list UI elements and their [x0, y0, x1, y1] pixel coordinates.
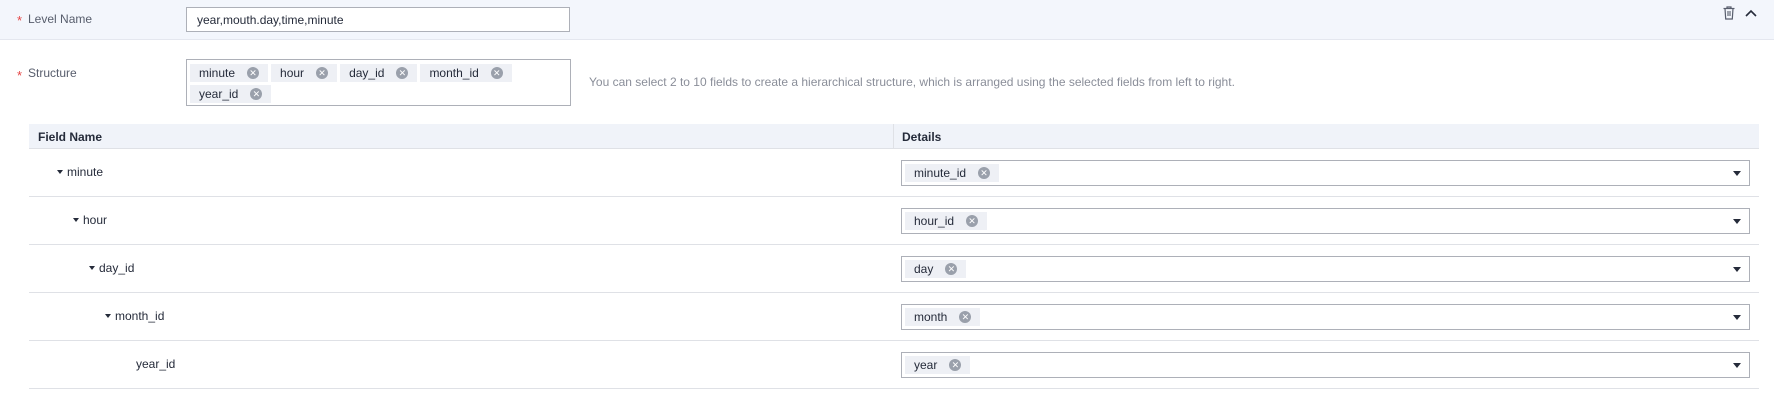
field-name: year_id [136, 357, 176, 371]
level-name-input[interactable] [186, 7, 570, 32]
close-circle-icon[interactable]: ✕ [978, 167, 991, 179]
structure-multiselect[interactable]: minute ✕ hour ✕ day_id ✕ month_id ✕ year_id ✕ [186, 59, 571, 106]
table-row: day_id day ✕ [29, 245, 1759, 293]
tree-node: year_id [136, 357, 175, 371]
tree-node[interactable]: hour [73, 213, 107, 227]
structure-label: Structure [28, 66, 77, 80]
close-circle-icon[interactable]: ✕ [959, 311, 972, 323]
details-select[interactable]: month ✕ [901, 304, 1750, 330]
column-header-details: Details [902, 130, 942, 144]
details-tag: day ✕ [905, 260, 967, 278]
column-divider [893, 124, 894, 149]
level-name-row: * Level Name [0, 0, 1774, 40]
details-select[interactable]: day ✕ [901, 256, 1750, 282]
close-circle-icon[interactable]: ✕ [949, 359, 962, 371]
details-tag: year ✕ [905, 356, 971, 374]
caret-down-icon[interactable] [1733, 219, 1741, 224]
caret-down-icon[interactable] [57, 170, 63, 174]
structure-tag: hour ✕ [271, 64, 338, 82]
caret-down-icon[interactable] [1733, 267, 1741, 272]
structure-tag: day_id ✕ [340, 64, 418, 82]
details-tag: hour_id ✕ [905, 212, 988, 230]
close-circle-icon[interactable]: ✕ [396, 67, 409, 79]
caret-down-icon[interactable] [73, 218, 79, 222]
field-name: month_id [115, 309, 165, 323]
caret-down-icon[interactable] [89, 266, 95, 270]
field-name: hour [83, 213, 108, 227]
table-row: hour hour_id ✕ [29, 197, 1759, 245]
table-row: month_id month ✕ [29, 293, 1759, 341]
field-name: day_id [99, 261, 135, 275]
structure-tag: year_id ✕ [190, 85, 272, 103]
structure-tag: minute ✕ [190, 64, 269, 82]
close-circle-icon[interactable]: ✕ [316, 67, 329, 79]
details-tag: minute_id ✕ [905, 164, 1000, 182]
table-header: Field Name Details [29, 124, 1759, 149]
table-row: minute minute_id ✕ [29, 149, 1759, 197]
field-name: minute [67, 165, 104, 179]
structure-tag: month_id ✕ [420, 64, 512, 82]
level-name-label: Level Name [28, 12, 93, 26]
close-circle-icon[interactable]: ✕ [966, 215, 979, 227]
hierarchy-table: Field Name Details minute minute_id ✕ hou… [29, 124, 1759, 389]
required-asterisk: * [17, 68, 23, 83]
details-select[interactable]: minute_id ✕ [901, 160, 1750, 186]
close-circle-icon[interactable]: ✕ [247, 67, 260, 79]
close-circle-icon[interactable]: ✕ [490, 67, 503, 79]
details-select[interactable]: hour_id ✕ [901, 208, 1750, 234]
required-asterisk: * [17, 13, 23, 28]
trash-icon[interactable] [1721, 5, 1737, 21]
details-tag: month ✕ [905, 308, 981, 326]
details-select[interactable]: year ✕ [901, 352, 1750, 378]
structure-hint: You can select 2 to 10 fields to create … [589, 75, 1235, 89]
table-row: year_id year ✕ [29, 341, 1759, 389]
tree-node[interactable]: day_id [89, 261, 134, 275]
caret-down-icon[interactable] [1733, 363, 1741, 368]
caret-down-icon[interactable] [105, 314, 111, 318]
caret-down-icon[interactable] [1733, 315, 1741, 320]
tree-node[interactable]: month_id [105, 309, 164, 323]
tree-node[interactable]: minute [57, 165, 103, 179]
close-circle-icon[interactable]: ✕ [945, 263, 958, 275]
column-header-field-name: Field Name [38, 130, 103, 144]
caret-down-icon[interactable] [1733, 171, 1741, 176]
close-circle-icon[interactable]: ✕ [250, 88, 263, 100]
chevron-up-icon[interactable] [1743, 5, 1759, 21]
